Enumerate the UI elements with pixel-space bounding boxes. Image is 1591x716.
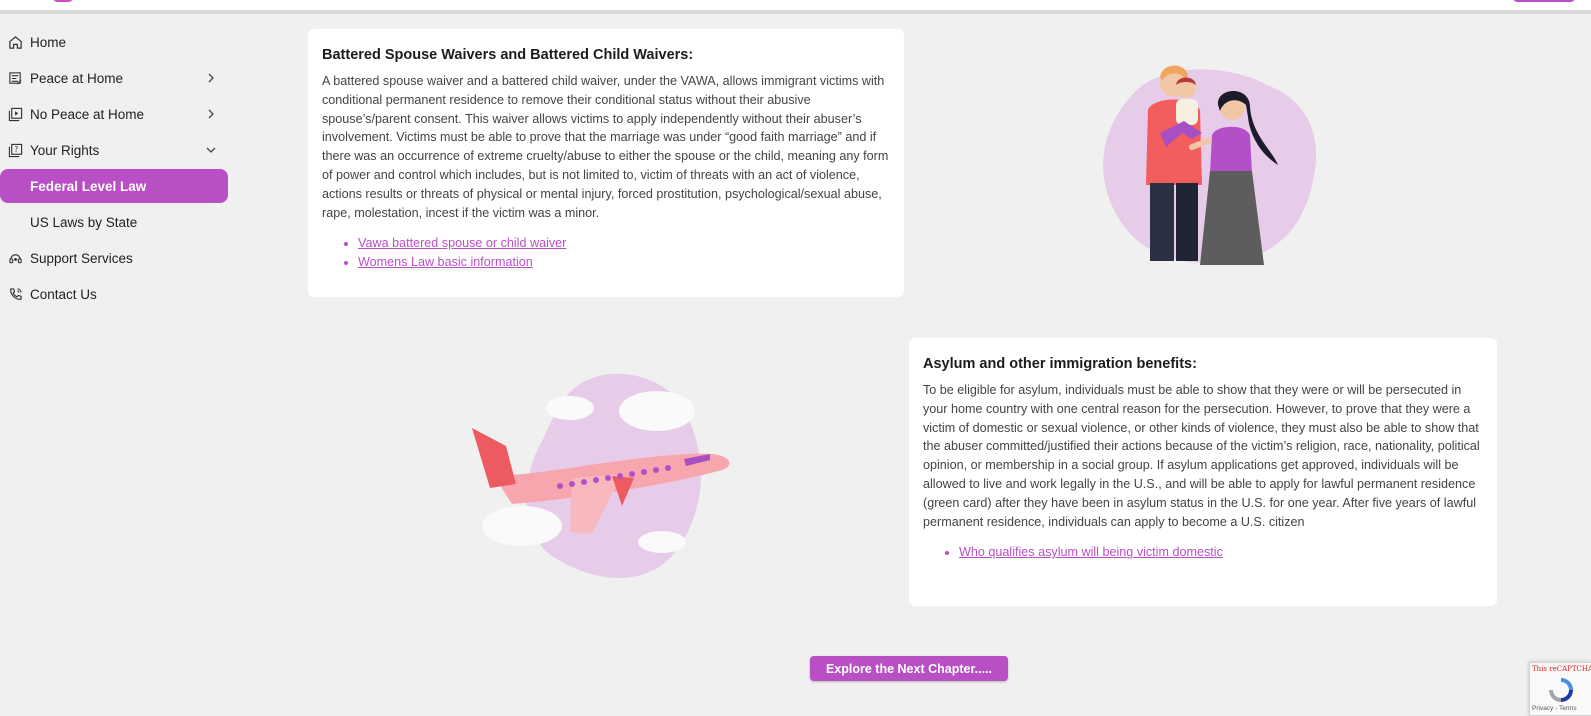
chevron-right-icon[interactable] [206, 73, 216, 83]
sidebar-item-us-laws-by-state[interactable]: US Laws by State [0, 205, 232, 239]
womens-law-link[interactable]: Womens Law basic information [358, 255, 533, 269]
sidebar: Home Peace at Home No Peace at Home ? Yo… [0, 25, 232, 313]
sidebar-item-peace-at-home[interactable]: Peace at Home [0, 61, 232, 95]
sidebar-item-label: Support Services [30, 250, 133, 266]
sidebar-item-label: No Peace at Home [30, 106, 145, 122]
sidebar-item-no-peace-at-home[interactable]: No Peace at Home [0, 97, 232, 131]
sidebar-item-label: Contact Us [30, 286, 97, 302]
list-item: Who qualifies asylum will being victim d… [959, 543, 1483, 562]
sidebar-item-support-services[interactable]: Support Services [0, 241, 232, 275]
home-icon [9, 36, 22, 49]
peace-icon [9, 72, 22, 85]
rights-icon: ? [8, 143, 23, 158]
sidebar-item-label: Your Rights [30, 142, 100, 158]
svg-text:?: ? [14, 145, 18, 154]
list-item: Vawa battered spouse or child waiver [358, 234, 890, 253]
recaptcha-terms[interactable]: Privacy - Terms [1532, 705, 1577, 712]
recaptcha-badge[interactable]: This reCAPTCHA site Privacy - Terms [1529, 662, 1591, 716]
recaptcha-warning: This reCAPTCHA site [1532, 665, 1591, 673]
link-list: Vawa battered spouse or child waiver Wom… [322, 234, 890, 272]
link-list: Who qualifies asylum will being victim d… [923, 543, 1483, 562]
sidebar-item-your-rights[interactable]: ? Your Rights [0, 133, 232, 167]
recaptcha-icon [1549, 678, 1573, 702]
section-title: Battered Spouse Waivers and Battered Chi… [322, 47, 694, 63]
chevron-down-icon[interactable] [206, 145, 216, 155]
sidebar-item-federal-level-law[interactable]: Federal Level Law [0, 169, 228, 203]
sidebar-item-label: Federal Level Law [30, 178, 147, 194]
chevron-right-icon[interactable] [206, 109, 216, 119]
sidebar-item-home[interactable]: Home [0, 25, 232, 59]
no-peace-icon [8, 107, 23, 122]
section-title: Asylum and other immigration benefits: [923, 356, 1197, 372]
support-icon [9, 254, 22, 264]
asylum-qualifies-link[interactable]: Who qualifies asylum will being victim d… [959, 545, 1223, 559]
sidebar-item-label: Home [30, 34, 67, 50]
section-body: To be eligible for asylum, individuals m… [923, 383, 1480, 529]
airplane-illustration [472, 373, 730, 578]
sidebar-item-contact-us[interactable]: Contact Us [0, 277, 232, 311]
sidebar-item-label: Peace at Home [30, 70, 124, 86]
header-button[interactable] [1512, 0, 1576, 2]
top-navbar [0, 0, 1591, 14]
sidebar-item-label: US Laws by State [30, 214, 138, 230]
explore-next-chapter-button[interactable]: Explore the Next Chapter..... [810, 656, 1008, 681]
asylum-card: Asylum and other immigration benefits: T… [909, 338, 1497, 606]
logo[interactable] [52, 0, 74, 2]
battered-waivers-card: Battered Spouse Waivers and Battered Chi… [308, 29, 904, 297]
list-item: Womens Law basic information [358, 253, 890, 272]
phone-icon [10, 288, 22, 300]
vawa-waiver-link[interactable]: Vawa battered spouse or child waiver [358, 236, 566, 250]
section-body: A battered spouse waiver and a battered … [322, 74, 889, 220]
family-illustration [1103, 65, 1317, 265]
